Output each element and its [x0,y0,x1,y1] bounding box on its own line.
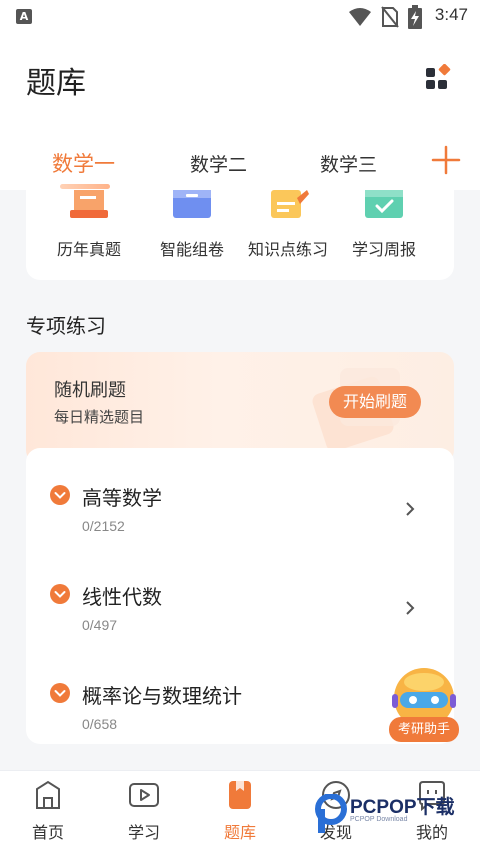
quick-entry-label: 知识点练习 [247,240,328,259]
quick-entry-weekly-report[interactable]: 学习周报 [334,190,434,260]
nav-label: 学习 [127,823,160,842]
tab-math-1[interactable]: 数学一 [52,148,115,178]
weekly-report-icon [365,190,403,218]
wifi-icon [349,8,371,26]
tab-math-3[interactable]: 数学三 [320,150,377,177]
chevron-right-icon [406,601,415,615]
quick-entry-smart-paper[interactable]: 智能组卷 [142,190,242,260]
nav-label: 首页 [31,823,64,842]
page-title: 题库 [26,66,86,101]
subject-tabs: 数学一 数学二 数学三 [0,142,480,190]
home-icon [36,780,60,809]
list-item-advanced-math[interactable]: 高等数学 0/2152 [26,460,454,540]
app-notification-icon: A [16,9,32,24]
nav-label: 题库 [223,823,256,842]
add-icon[interactable] [430,144,462,176]
subject-name: 线性代数 [82,585,162,609]
quick-entry-past-exams[interactable]: 历年真题 [39,190,139,260]
status-bar: A 3:47 [0,0,480,34]
exam-paper-icon [70,190,108,218]
battery-charging-icon [408,5,422,29]
question-bank-icon [229,781,251,809]
apps-grid-icon[interactable] [424,64,452,92]
watermark-subtext: PCPOP Download [350,816,408,823]
expand-circle-icon [50,584,70,604]
video-play-icon [129,783,159,807]
expand-circle-icon [50,683,70,703]
watermark-logo-icon [315,794,347,833]
list-item-linear-algebra[interactable]: 线性代数 0/497 [26,559,454,639]
chevron-right-icon [406,502,415,516]
nav-item-study[interactable]: 学习 [96,779,192,843]
quick-entry-label: 智能组卷 [159,240,224,259]
start-practice-button[interactable]: 开始刷题 [329,386,421,418]
quick-entry-label: 学习周报 [351,240,416,259]
no-sim-icon [381,6,399,28]
nav-item-question-bank[interactable]: 题库 [192,779,288,843]
active-tab-indicator [60,184,110,189]
subject-progress: 0/497 [82,617,118,633]
subject-name: 高等数学 [82,486,162,510]
assistant-label[interactable]: 考研助手 [389,717,459,742]
subject-progress: 0/2152 [82,518,125,534]
section-title: 专项练习 [26,314,106,338]
clock: 3:47 [434,5,468,24]
header: 题库 数学一 数学二 数学三 [0,34,480,190]
nav-item-home[interactable]: 首页 [0,779,96,843]
watermark-text: PCPOP下载 [350,797,455,818]
subject-progress: 0/658 [82,716,118,732]
watermark: PCPOP下载 PCPOP Download [314,790,464,838]
random-practice-subtitle: 每日精选题目 [54,408,145,426]
subject-name: 概率论与数理统计 [82,684,242,708]
tab-math-2[interactable]: 数学二 [190,150,247,177]
knowledge-note-icon [271,190,309,218]
quick-entry-knowledge-practice[interactable]: 知识点练习 [238,190,338,260]
expand-circle-icon [50,485,70,505]
quick-entries: 历年真题 智能组卷 知识点练习 学习周报 [26,190,454,280]
quick-entry-label: 历年真题 [56,240,121,259]
folder-box-icon [173,190,211,218]
random-practice-title: 随机刷题 [54,380,126,401]
